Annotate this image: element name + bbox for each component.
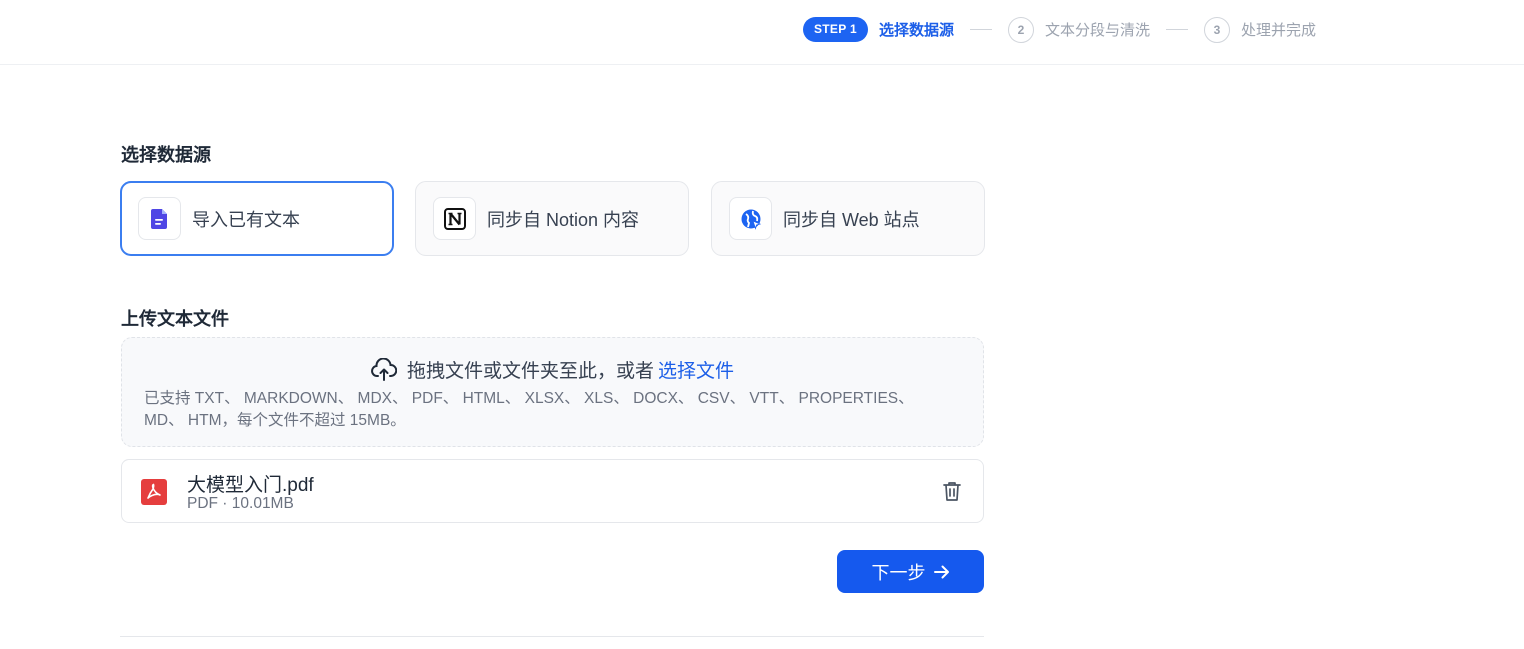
bottom-divider [120,636,984,637]
stepper: STEP 1 选择数据源 2 文本分段与清洗 3 处理并完成 [803,16,1316,43]
source-option-label: 同步自 Web 站点 [783,209,920,230]
source-option-label: 导入已有文本 [192,209,300,230]
file-name: 大模型入门.pdf [187,475,314,496]
source-option-web[interactable]: 同步自 Web 站点 [711,181,985,256]
step-3-number: 3 [1203,16,1230,43]
file-dropzone[interactable]: 拖拽文件或文件夹至此，或者 选择文件 已支持 TXT、 MARKDOWN、 MD… [121,337,984,447]
source-option-notion[interactable]: 同步自 Notion 内容 [415,181,689,256]
pdf-icon [141,479,167,510]
step-1-badge: STEP 1 [803,17,868,42]
step-2-number: 2 [1007,16,1034,43]
supported-formats-line: 已支持 TXT、 MARKDOWN、 MDX、 PDF、 HTML、 XLSX、… [144,390,914,407]
dropzone-prompt: 拖拽文件或文件夹至此，或者 [406,361,654,382]
next-step-button[interactable]: 下一步 [837,550,984,593]
arrow-right-icon [933,565,950,579]
upload-title: 上传文本文件 [121,309,229,329]
delete-file-icon[interactable] [943,481,961,506]
step-2-label: 文本分段与清洗 [1044,22,1150,39]
notion-icon [433,197,476,240]
step-1-label: 选择数据源 [878,22,954,39]
cloud-upload-icon [371,357,397,382]
step-separator [1165,29,1188,30]
source-option-import-text[interactable]: 导入已有文本 [120,181,394,256]
supported-formats-line: MD、 HTM，每个文件不超过 15MB。 [144,412,406,429]
web-icon [729,197,772,240]
datasource-title: 选择数据源 [121,145,211,165]
select-file-link[interactable]: 选择文件 [658,356,734,383]
source-option-label: 同步自 Notion 内容 [487,209,640,230]
step-3-label: 处理并完成 [1240,22,1316,39]
step-separator [969,29,992,30]
uploaded-file-item: 大模型入门.pdf PDF · 10.01MB [121,459,984,523]
document-icon [138,197,181,240]
file-meta: PDF · 10.01MB [187,495,294,512]
supported-formats: 已支持 TXT、 MARKDOWN、 MDX、 PDF、 HTML、 XLSX、… [144,388,964,432]
next-step-label: 下一步 [871,562,926,583]
dropzone-prompt-row: 拖拽文件或文件夹至此，或者 选择文件 [122,356,983,383]
top-bar: STEP 1 选择数据源 2 文本分段与清洗 3 处理并完成 [0,0,1524,65]
